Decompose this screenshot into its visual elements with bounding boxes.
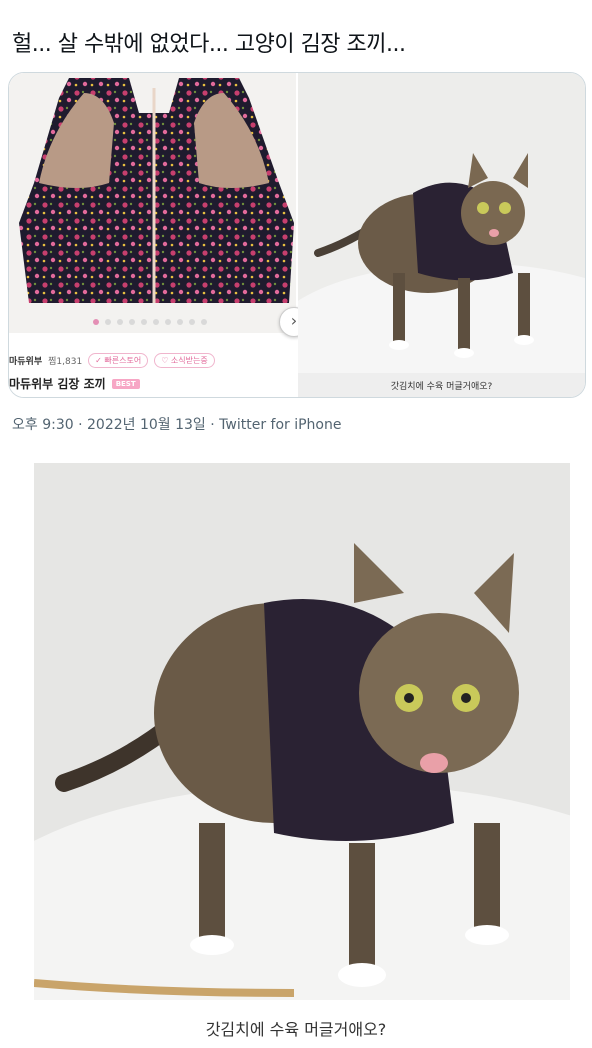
- best-badge: BEST: [111, 378, 140, 389]
- carousel-dot[interactable]: [141, 319, 147, 325]
- carousel-dot[interactable]: [189, 319, 195, 325]
- carousel-dot[interactable]: [129, 319, 135, 325]
- large-cat-illustration: [34, 463, 570, 1000]
- fast-store-badge[interactable]: ✓ 빠른스토어: [88, 353, 149, 368]
- tweet-media-grid[interactable]: › 마듀위부 찜1,831 ✓ 빠른스토어 ♡ 소식받는중 마듀위부 김장 조끼…: [8, 72, 586, 398]
- tweet-text: 헐... 살 수밖에 없었다... 고양이 김장 조끼...: [12, 32, 406, 57]
- carousel-dot[interactable]: [105, 319, 111, 325]
- carousel-dot[interactable]: [177, 319, 183, 325]
- vest-photo: [9, 73, 296, 333]
- product-title-row: 마듀위부 김장 조끼 BEST: [9, 375, 140, 392]
- carousel-dot[interactable]: [201, 319, 207, 325]
- carousel-dot[interactable]: [165, 319, 171, 325]
- floral-vest-illustration: [19, 78, 294, 303]
- cat-in-vest-illustration: [268, 73, 585, 397]
- carousel-dot-active[interactable]: [93, 319, 99, 325]
- carousel-dot[interactable]: [117, 319, 123, 325]
- tweet-meta[interactable]: 오후 9:30 · 2022년 10월 13일 · Twitter for iP…: [12, 414, 341, 434]
- large-photo-caption: 갓김치에 수육 머글거애오?: [205, 1020, 387, 1039]
- product-screenshot[interactable]: › 마듀위부 찜1,831 ✓ 빠른스토어 ♡ 소식받는중 마듀위부 김장 조끼…: [9, 73, 309, 397]
- cat-photo-small[interactable]: 갓김치에 수육 머글거애오?: [268, 73, 585, 397]
- cat-photo-large[interactable]: [34, 463, 570, 1000]
- shop-name[interactable]: 마듀위부: [9, 354, 42, 367]
- product-name[interactable]: 마듀위부 김장 조끼: [9, 375, 106, 392]
- small-photo-caption: 갓김치에 수육 머글거애오?: [390, 382, 493, 392]
- carousel-dot[interactable]: [153, 319, 159, 325]
- shop-favorite-count: 찜1,831: [48, 357, 83, 367]
- carousel-dots: [93, 319, 207, 325]
- shop-info-row: 마듀위부 찜1,831 ✓ 빠른스토어 ♡ 소식받는중: [9, 353, 215, 368]
- subscribe-badge[interactable]: ♡ 소식받는중: [154, 353, 215, 368]
